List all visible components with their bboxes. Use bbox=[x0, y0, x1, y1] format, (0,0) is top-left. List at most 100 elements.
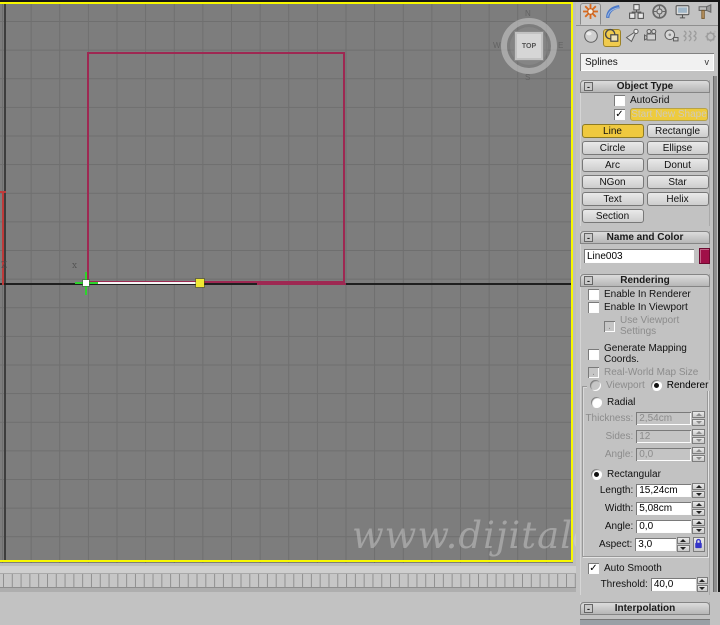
rollout-header-interpolation[interactable]: - Interpolation bbox=[580, 602, 710, 615]
width-field[interactable]: 5,08cm bbox=[636, 502, 692, 515]
category-geometry[interactable] bbox=[583, 28, 600, 47]
auto-smooth-checkbox[interactable]: ✓ bbox=[588, 563, 599, 574]
viewcube-top-face[interactable]: TOP bbox=[514, 31, 544, 61]
subcategory-dropdown[interactable]: Splines v bbox=[580, 53, 714, 71]
world-axis-vertical bbox=[4, 4, 6, 560]
angle-rect-field[interactable]: 0,0 bbox=[636, 520, 692, 533]
object-name-field[interactable] bbox=[584, 249, 694, 263]
render-mode-radios: Viewport Renderer bbox=[587, 380, 712, 391]
name-color-row bbox=[580, 244, 710, 266]
subcategory-value: Splines bbox=[585, 56, 618, 68]
generate-mapping-checkbox[interactable]: . bbox=[588, 348, 599, 360]
rollout-rendering: - Rendering . Enable In Renderer . Enabl… bbox=[580, 274, 712, 595]
category-spacewarps[interactable] bbox=[682, 29, 699, 47]
sides-field: 12 bbox=[636, 430, 692, 443]
button-section[interactable]: Section bbox=[581, 209, 644, 223]
rollout-header-rendering[interactable]: - Rendering bbox=[580, 274, 710, 287]
tab-motion[interactable] bbox=[649, 3, 670, 25]
category-cameras[interactable] bbox=[643, 28, 660, 47]
helpers-tape-icon bbox=[663, 28, 679, 49]
rectangular-radio-circle[interactable] bbox=[591, 469, 602, 480]
track-bar[interactable] bbox=[0, 566, 576, 592]
length-field[interactable]: 15,24cm bbox=[636, 484, 692, 497]
command-panel: Splines v - Object Type . AutoGrid ✓ Sta… bbox=[576, 0, 718, 625]
enable-renderer-checkbox[interactable]: . bbox=[588, 289, 599, 300]
object-color-swatch[interactable] bbox=[699, 248, 710, 264]
real-world-label: Real-World Map Size bbox=[604, 367, 699, 378]
spline-rectangle-bottom-edge[interactable] bbox=[257, 283, 346, 285]
use-viewport-settings-label: Use Viewport Settings bbox=[620, 315, 680, 337]
tab-modify[interactable] bbox=[603, 3, 624, 25]
button-circle[interactable]: Circle bbox=[581, 141, 644, 155]
aspect-spinner[interactable] bbox=[677, 537, 690, 552]
start-new-shape-button[interactable]: Start New Shape bbox=[630, 108, 708, 121]
angle-radial-spinner bbox=[692, 447, 705, 462]
top-viewport[interactable]: x Z TOP N S W E www.dijitalde bbox=[0, 0, 576, 566]
length-spinner[interactable] bbox=[692, 483, 705, 498]
spacewarps-ripple-icon bbox=[682, 28, 698, 49]
threshold-row: Threshold: 40,0 bbox=[580, 577, 710, 592]
auto-smooth-label: Auto Smooth bbox=[604, 563, 662, 574]
create-categories bbox=[576, 26, 718, 50]
red-spline-segment[interactable] bbox=[2, 192, 4, 285]
generate-mapping-label: Generate Mapping Coords. bbox=[604, 343, 687, 365]
renderer-radio[interactable]: Renderer bbox=[647, 380, 712, 391]
radial-radio-circle[interactable] bbox=[591, 397, 602, 408]
timeline-ruler[interactable] bbox=[0, 573, 576, 588]
button-helix[interactable]: Helix bbox=[646, 192, 709, 206]
tab-create[interactable] bbox=[580, 3, 601, 25]
category-systems[interactable] bbox=[702, 29, 719, 47]
threshold-spinner[interactable] bbox=[696, 577, 709, 592]
radial-radio-label: Radial bbox=[607, 397, 636, 408]
button-ellipse[interactable]: Ellipse bbox=[646, 141, 709, 155]
button-rectangle[interactable]: Rectangle bbox=[646, 124, 709, 138]
category-helpers[interactable] bbox=[663, 29, 680, 47]
shapes-icon bbox=[604, 28, 620, 49]
chevron-down-icon: v bbox=[704, 57, 710, 67]
viewcube-south-label: S bbox=[525, 73, 531, 82]
enable-viewport-checkbox[interactable]: . bbox=[588, 302, 599, 313]
rollout-header-name-color[interactable]: - Name and Color bbox=[580, 231, 710, 244]
category-lights[interactable] bbox=[624, 28, 641, 47]
sides-spinner bbox=[692, 429, 705, 444]
button-donut[interactable]: Donut bbox=[646, 158, 709, 172]
aspect-field[interactable]: 3,0 bbox=[635, 538, 677, 551]
collapse-icon[interactable]: - bbox=[584, 276, 593, 286]
autogrid-checkbox[interactable]: . bbox=[614, 95, 625, 106]
systems-gear-icon bbox=[702, 28, 718, 49]
tab-display[interactable] bbox=[672, 3, 693, 25]
button-text[interactable]: Text bbox=[581, 192, 644, 206]
line-end-vertex[interactable] bbox=[196, 279, 204, 287]
viewcube-west-label: W bbox=[493, 41, 501, 50]
width-row: Width: 5,08cm bbox=[583, 501, 707, 516]
tab-hierarchy[interactable] bbox=[626, 3, 647, 25]
threshold-field[interactable]: 40,0 bbox=[650, 578, 696, 591]
collapse-icon[interactable]: - bbox=[584, 82, 593, 92]
category-shapes[interactable] bbox=[602, 28, 621, 49]
start-new-shape-checkbox[interactable]: ✓ bbox=[614, 109, 625, 120]
spline-rectangle-object[interactable] bbox=[87, 52, 345, 283]
rollout-name-color: - Name and Color bbox=[580, 231, 710, 269]
autogrid-row: . AutoGrid bbox=[580, 95, 710, 106]
width-spinner[interactable] bbox=[692, 501, 705, 516]
button-star[interactable]: Star bbox=[646, 175, 709, 189]
collapse-icon[interactable]: - bbox=[584, 233, 593, 243]
button-line[interactable]: Line bbox=[581, 124, 644, 138]
aspect-lock-button[interactable] bbox=[692, 537, 705, 552]
shape-buttons: Line Rectangle Circle Ellipse Arc Donut … bbox=[580, 124, 710, 223]
line-start-vertex[interactable] bbox=[83, 280, 89, 286]
angle-rect-spinner[interactable] bbox=[692, 519, 705, 534]
rollout-header-object-type[interactable]: - Object Type bbox=[580, 80, 710, 93]
watermark: www.dijitalde bbox=[352, 514, 576, 557]
angle-radial-field: 0,0 bbox=[636, 448, 692, 461]
rollout-title: Name and Color bbox=[606, 232, 684, 243]
rollout-area: - Object Type . AutoGrid ✓ Start New Sha… bbox=[576, 73, 718, 625]
button-ngon[interactable]: NGon bbox=[581, 175, 644, 189]
line-being-drawn[interactable] bbox=[86, 282, 199, 284]
panel-scrollbar[interactable] bbox=[713, 76, 717, 592]
renderer-radio-circle[interactable] bbox=[650, 380, 662, 391]
tab-utilities[interactable] bbox=[695, 3, 716, 25]
collapse-icon[interactable]: - bbox=[584, 604, 593, 614]
length-row: Length: 15,24cm bbox=[583, 483, 707, 498]
button-arc[interactable]: Arc bbox=[581, 158, 644, 172]
